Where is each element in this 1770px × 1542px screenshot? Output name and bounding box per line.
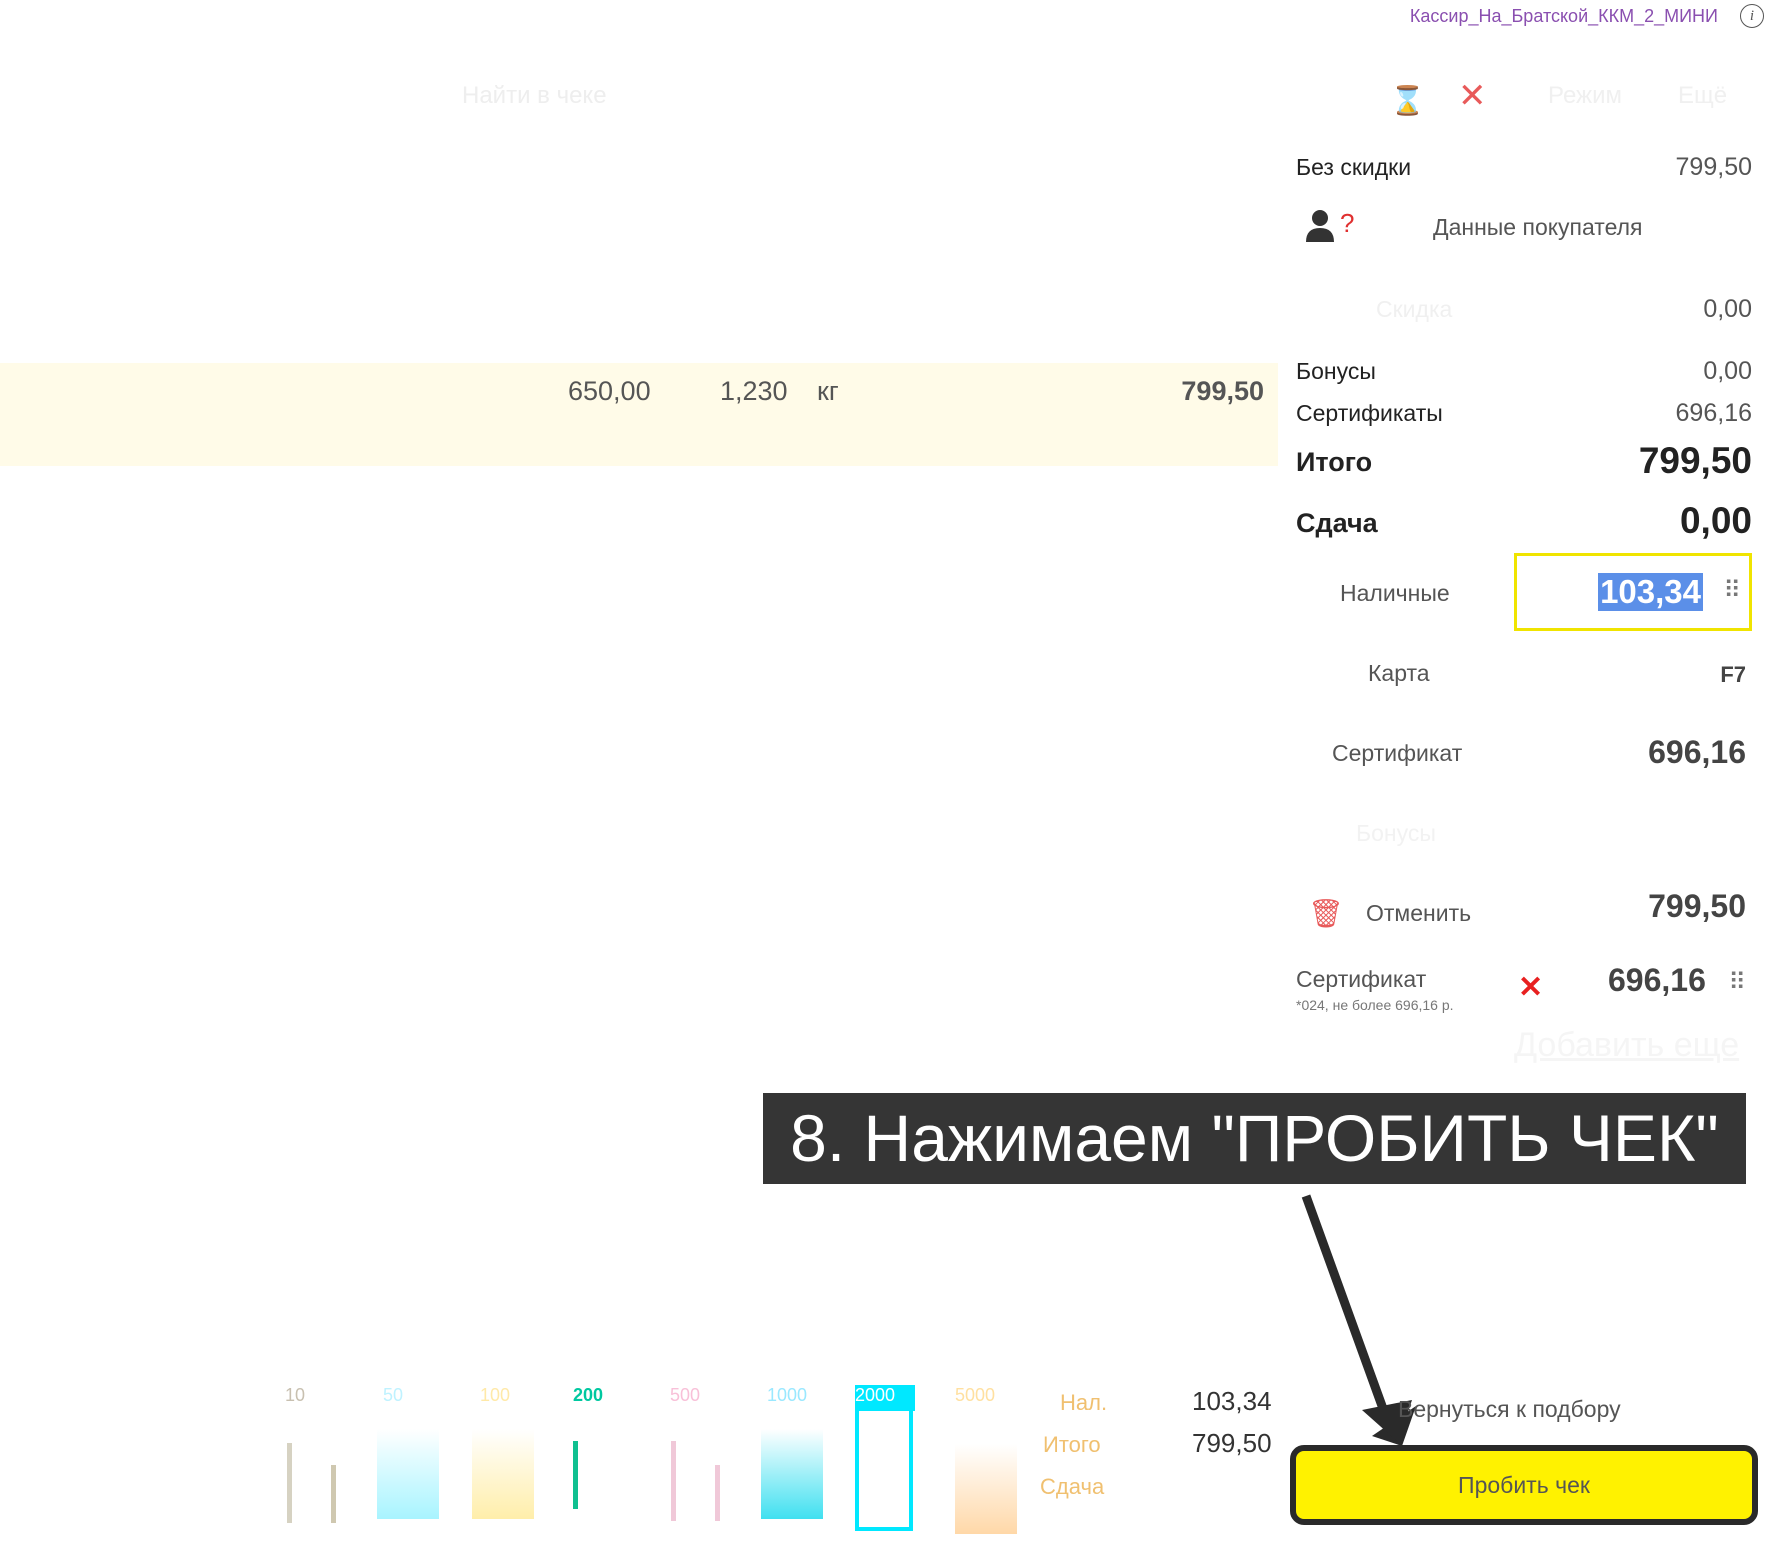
- denomination-200[interactable]: 200: [573, 1385, 603, 1406]
- applied-certificate-label: Сертификат: [1296, 966, 1427, 992]
- item-unit: кг: [817, 376, 839, 406]
- banknote-500b: [715, 1465, 720, 1521]
- cancel-payment-button[interactable]: Отменить: [1366, 900, 1471, 927]
- denomination-10[interactable]: 10: [285, 1385, 305, 1406]
- receipt-item-row[interactable]: 650,00 1,230 кг 799,50: [0, 363, 1278, 466]
- item-sum: 799,50: [1181, 376, 1264, 406]
- denomination-500[interactable]: 500: [670, 1385, 700, 1406]
- more-button[interactable]: Ещё: [1678, 82, 1727, 110]
- banknote-500: [671, 1441, 676, 1521]
- print-receipt-button[interactable]: Пробить чек: [1290, 1445, 1758, 1525]
- bonuses-payment-button[interactable]: Бонусы: [1356, 820, 1436, 847]
- footer-cash-value: 103,34: [1192, 1386, 1272, 1416]
- change-value: 0,00: [1679, 500, 1752, 541]
- banknote-2000: [855, 1411, 913, 1531]
- mode-button[interactable]: Режим: [1548, 82, 1622, 110]
- cash-label: Наличные: [1340, 580, 1450, 606]
- denomination-50[interactable]: 50: [383, 1385, 403, 1406]
- close-icon[interactable]: ✕: [1458, 76, 1487, 116]
- cancel-payment-value: 799,50: [1648, 888, 1746, 924]
- discount-label: Скидка: [1376, 296, 1453, 322]
- discount-value: 0,00: [1703, 295, 1752, 323]
- card-hotkey: F7: [1720, 662, 1746, 687]
- customer-icon[interactable]: ?: [1306, 208, 1364, 249]
- banknote-10b: [331, 1465, 336, 1523]
- certificate-payment-button[interactable]: Сертификат: [1332, 740, 1462, 767]
- cash-amount-field[interactable]: 103,34 ⠿: [1514, 553, 1752, 631]
- applied-certificate-value: 696,16: [1608, 962, 1706, 998]
- cash-amount-value: 103,34: [1598, 573, 1703, 611]
- bonuses-value: 0,00: [1703, 357, 1752, 385]
- banknote-5000: [955, 1444, 1017, 1534]
- banknote-200: [573, 1441, 578, 1509]
- footer-cash-label: Нал.: [1060, 1390, 1108, 1415]
- item-price: 650,00: [568, 376, 651, 406]
- cashier-name: Кассир_На_Братской_ККМ_2_МИНИ: [1409, 6, 1718, 26]
- keypad-icon[interactable]: ⠿: [1723, 576, 1741, 605]
- instruction-banner: 8. Нажимаем "ПРОБИТЬ ЧЕК": [763, 1093, 1746, 1184]
- denomination-5000[interactable]: 5000: [955, 1385, 995, 1406]
- svg-text:?: ?: [1340, 208, 1354, 238]
- footer-total-label: Итого: [1043, 1432, 1101, 1457]
- banknote-50: [377, 1429, 439, 1519]
- bonuses-label: Бонусы: [1296, 358, 1376, 384]
- banknote-100: [472, 1429, 534, 1519]
- footer-change-label: Сдача: [1040, 1474, 1105, 1499]
- remove-certificate-icon[interactable]: ✕: [1518, 970, 1543, 1005]
- applied-certificate-note: *024, не более 696,16 р.: [1296, 997, 1454, 1013]
- hourglass-icon[interactable]: ⌛: [1390, 84, 1425, 117]
- banknote-panel: 10 50 100 200 500 1000 2000 5000: [285, 1385, 995, 1535]
- denomination-100[interactable]: 100: [480, 1385, 510, 1406]
- change-label: Сдача: [1296, 508, 1378, 538]
- item-quantity: 1,230: [720, 376, 788, 406]
- keypad-icon[interactable]: ⠿: [1728, 968, 1746, 997]
- no-discount-label: Без скидки: [1296, 154, 1412, 180]
- banknote-10: [287, 1443, 292, 1523]
- certificates-label: Сертификаты: [1296, 400, 1443, 426]
- banknote-1000: [761, 1429, 823, 1519]
- customer-data-button[interactable]: Данные покупателя: [1433, 214, 1642, 241]
- info-icon[interactable]: i: [1740, 4, 1764, 28]
- trash-icon[interactable]: 🗑: [1308, 897, 1344, 930]
- certificate-payment-value: 696,16: [1648, 734, 1746, 770]
- add-more-link[interactable]: Добавить еще: [1514, 1026, 1739, 1065]
- total-label: Итого: [1296, 447, 1373, 477]
- denomination-1000[interactable]: 1000: [767, 1385, 807, 1406]
- total-value: 799,50: [1638, 440, 1752, 481]
- denomination-2000[interactable]: 2000: [855, 1385, 915, 1411]
- footer-total-value: 799,50: [1192, 1428, 1272, 1458]
- search-input[interactable]: Найти в чеке: [462, 82, 607, 110]
- certificates-value: 696,16: [1675, 399, 1752, 427]
- back-to-selection-button[interactable]: Вернуться к подбору: [1398, 1396, 1621, 1423]
- card-payment-button[interactable]: Карта: [1368, 660, 1430, 687]
- no-discount-value: 799,50: [1675, 153, 1752, 181]
